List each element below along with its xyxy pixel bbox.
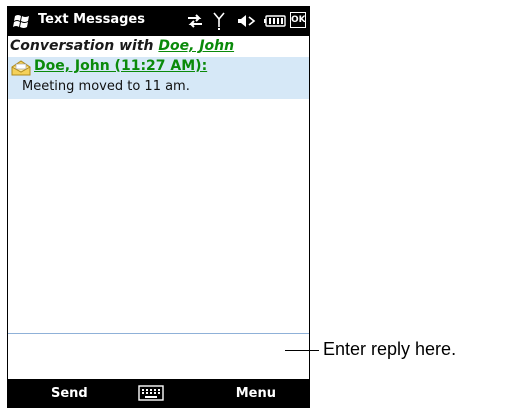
signal-icon	[213, 12, 225, 30]
phone-screen: Text Messages OK Conversation with Doe, …	[7, 6, 310, 408]
ok-button-icon[interactable]: OK	[290, 12, 306, 28]
app-title: Text Messages	[38, 12, 145, 27]
start-flag-icon[interactable]	[13, 13, 31, 29]
conversation-header-prefix: Conversation with	[10, 38, 159, 54]
message-body: Meeting moved to 11 am.	[22, 79, 190, 94]
reply-input[interactable]	[8, 333, 309, 379]
message-item[interactable]: Doe, John (11:27 AM): Meeting moved to 1…	[8, 57, 309, 99]
speaker-muted-icon	[238, 15, 256, 27]
message-sender[interactable]: Doe, John (11:27 AM):	[34, 58, 207, 74]
callout-line	[285, 350, 319, 351]
envelope-open-icon	[11, 60, 31, 76]
contact-link[interactable]: Doe, John	[158, 38, 234, 54]
keyboard-icon[interactable]	[138, 384, 164, 402]
soft-key-bar: Send Menu	[7, 380, 310, 408]
battery-icon	[264, 15, 286, 27]
conversation-view: Conversation with Doe, John Doe, John (1…	[8, 36, 309, 379]
status-bar: Text Messages OK	[7, 6, 310, 36]
send-button[interactable]: Send	[51, 386, 88, 401]
ok-label: OK	[291, 15, 306, 25]
conversation-header: Conversation with Doe, John	[10, 38, 234, 54]
data-sync-icon	[188, 14, 202, 28]
menu-button[interactable]: Menu	[236, 386, 276, 401]
callout-label: Enter reply here.	[323, 339, 457, 359]
